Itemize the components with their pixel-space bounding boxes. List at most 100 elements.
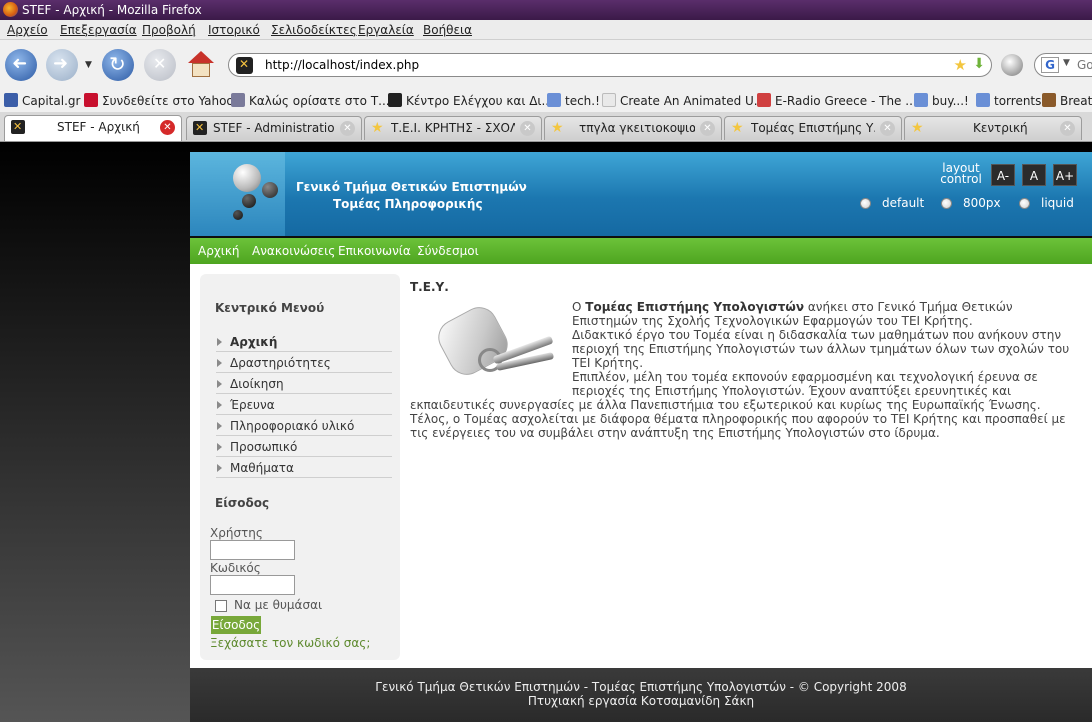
sidebar-item-staff[interactable]: Προσωπικό (216, 437, 392, 457)
search-placeholder: Go (1077, 58, 1092, 72)
nav-contact[interactable]: Επικοινωνία (338, 238, 411, 264)
menu-tools[interactable]: Εργαλεία (358, 20, 414, 40)
tab-stef-home[interactable]: STEF - Αρχική ✕ (4, 115, 182, 141)
bookmark-star-icon[interactable]: ★ (954, 56, 967, 74)
reload-button[interactable] (102, 49, 134, 81)
layout-default-option[interactable]: default (860, 196, 924, 210)
bookmark-item[interactable]: Κέντρο Ελέγχου και Δι... (388, 90, 553, 112)
bookmark-item[interactable]: E-Radio Greece - The ... (757, 90, 917, 112)
article: Τ.Ε.Υ. Ο Τομέας Επιστήμης Υπολογιστών αν… (410, 280, 1076, 440)
search-box[interactable]: G ▼ Go (1034, 53, 1092, 77)
site-favicon-icon (236, 57, 253, 74)
site-logo (190, 152, 285, 236)
article-paragraph: Τέλος, ο Τομέας ασχολείται με διάφορα θέ… (410, 412, 1066, 440)
nav-home[interactable]: Αρχική (198, 238, 240, 264)
main-menu-heading: Κεντρικό Μενού (215, 301, 325, 315)
site-title: Γενικό Τμήμα Θετικών Επιστημών Τομέας Πλ… (296, 179, 527, 213)
keys-image (412, 300, 562, 386)
close-tab-icon[interactable]: ✕ (340, 121, 355, 136)
url-text[interactable]: http://localhost/index.php (265, 58, 419, 72)
bookmark-item[interactable]: buy...! (914, 90, 969, 112)
article-title: Τ.Ε.Υ. (410, 280, 449, 294)
bookmarks-toolbar: Capital.gr Συνδεθείτε στο Yahoo! Καλώς ο… (0, 90, 1092, 112)
radio-icon[interactable] (860, 198, 871, 209)
main-nav: Αρχική Ανακοινώσεις Επικοινωνία Σύνδεσμο… (190, 238, 1092, 264)
bookmark-item[interactable]: Capital.gr (4, 90, 80, 112)
google-engine-icon[interactable]: G (1041, 57, 1059, 73)
sidebar-item-courses[interactable]: Μαθήματα (216, 458, 392, 478)
nav-links[interactable]: Σύνδεσμοι (417, 238, 479, 264)
font-increase-button[interactable]: A+ (1053, 164, 1077, 186)
font-reset-button[interactable]: A (1022, 164, 1046, 186)
site-title-line2: Τομέας Πληροφορικής (333, 197, 483, 211)
engine-dropdown-icon[interactable]: ▼ (1063, 58, 1070, 68)
menu-edit[interactable]: Επεξεργασία (60, 20, 137, 40)
forgot-password-link[interactable]: Ξεχάσατε τον κωδικό σας; (210, 636, 370, 650)
tab-stef-admin[interactable]: STEF - Administration... ✕ (186, 116, 362, 140)
close-tab-icon[interactable]: ✕ (520, 121, 535, 136)
radio-icon[interactable] (1019, 198, 1030, 209)
sidebar-item-research[interactable]: Έρευνα (216, 395, 392, 415)
bookmark-item[interactable]: tech.! (547, 90, 600, 112)
sidebar-item-home[interactable]: Αρχική (216, 332, 392, 352)
site-footer: Γενικό Τμήμα Θετικών Επιστημών - Τομέας … (190, 668, 1092, 722)
menu-view[interactable]: Προβολή (142, 20, 196, 40)
layout-800px-option[interactable]: 800px (941, 196, 1001, 210)
close-tab-icon[interactable]: ✕ (160, 120, 175, 135)
sidebar-item-info-material[interactable]: Πληροφοριακό υλικό (216, 416, 392, 436)
persona-icon[interactable] (1001, 54, 1023, 76)
bookmark-item[interactable]: Create An Animated U... (602, 90, 765, 112)
tab-computer-science[interactable]: ★ Τομέας Επιστήμης Υ... ✕ (724, 116, 902, 140)
radio-icon[interactable] (941, 198, 952, 209)
bookmark-item[interactable]: Συνδεθείτε στο Yahoo! (84, 90, 239, 112)
joomla-favicon-icon (11, 116, 25, 138)
address-bar[interactable]: http://localhost/index.php ★ ⬇ (228, 53, 992, 77)
layout-liquid-option[interactable]: liquid (1019, 196, 1074, 210)
nav-announcements[interactable]: Ανακοινώσεις (252, 238, 335, 264)
home-button[interactable] (186, 49, 216, 81)
close-tab-icon[interactable]: ✕ (700, 121, 715, 136)
sidebar-item-administration[interactable]: Διοίκηση (216, 374, 392, 394)
content-area: Κεντρικό Μενού Αρχική Δραστηριότητες Διο… (190, 264, 1092, 668)
bookmark-item[interactable]: Breath (1042, 90, 1092, 112)
menu-file[interactable]: Αρχείο (7, 20, 48, 40)
site-container: Γενικό Τμήμα Θετικών Επιστημών Τομέας Πλ… (190, 152, 1092, 722)
menu-history[interactable]: Ιστορικό (208, 20, 260, 40)
password-input[interactable] (210, 575, 295, 595)
site-title-line1: Γενικό Τμήμα Θετικών Επιστημών (296, 180, 527, 194)
site-header: Γενικό Τμήμα Θετικών Επιστημών Τομέας Πλ… (190, 152, 1092, 236)
star-favicon-icon: ★ (551, 120, 564, 136)
menu-bar: Αρχείο Επεξεργασία Προβολή Ιστορικό Σελι… (0, 20, 1092, 40)
forward-button[interactable] (46, 49, 78, 81)
sidebar-item-activities[interactable]: Δραστηριότητες (216, 353, 392, 373)
font-decrease-button[interactable]: A- (991, 164, 1015, 186)
page-viewport: Γενικό Τμήμα Θετικών Επιστημών Τομέας Πλ… (0, 143, 1092, 722)
home-icon (188, 51, 214, 63)
footer-copyright: Γενικό Τμήμα Θετικών Επιστημών - Τομέας … (375, 680, 907, 694)
bookmark-item[interactable]: Καλώς ορίσατε στο Τ... (231, 90, 390, 112)
username-label: Χρήστης (210, 526, 263, 540)
joomla-favicon-icon (193, 117, 207, 139)
menu-help[interactable]: Βοήθεια (423, 20, 472, 40)
window-title: STEF - Αρχική - Mozilla Firefox (22, 3, 202, 17)
tab-greek-text[interactable]: ★ τπγλα γκειτιοκοψιας ✕ (544, 116, 722, 140)
sidebar: Κεντρικό Μενού Αρχική Δραστηριότητες Διο… (200, 274, 400, 660)
password-label: Κωδικός (210, 561, 261, 575)
close-tab-icon[interactable]: ✕ (1060, 121, 1075, 136)
firefox-logo-icon (3, 2, 18, 17)
back-button[interactable] (5, 49, 37, 81)
go-arrow-icon[interactable]: ⬇ (973, 56, 985, 72)
username-input[interactable] (210, 540, 295, 560)
stop-button[interactable] (144, 49, 176, 81)
tab-kentriki[interactable]: ★ Κεντρική ✕ (904, 116, 1082, 140)
bookmark-item[interactable]: torrents (976, 90, 1041, 112)
remember-label: Να με θυμάσαι (234, 598, 323, 612)
close-tab-icon[interactable]: ✕ (880, 121, 895, 136)
star-favicon-icon: ★ (371, 120, 384, 136)
menu-bookmarks[interactable]: Σελιδοδείκτες (271, 20, 357, 40)
remember-checkbox[interactable] (215, 600, 227, 612)
login-button[interactable]: Είσοδος (211, 616, 261, 634)
tab-tei-kritis[interactable]: ★ Τ.Ε.Ι. ΚΡΗΤΗΣ - ΣΧΟΛ... ✕ (364, 116, 542, 140)
history-dropdown-icon[interactable]: ▼ (85, 60, 95, 70)
layout-control-label: layout control (940, 161, 982, 186)
